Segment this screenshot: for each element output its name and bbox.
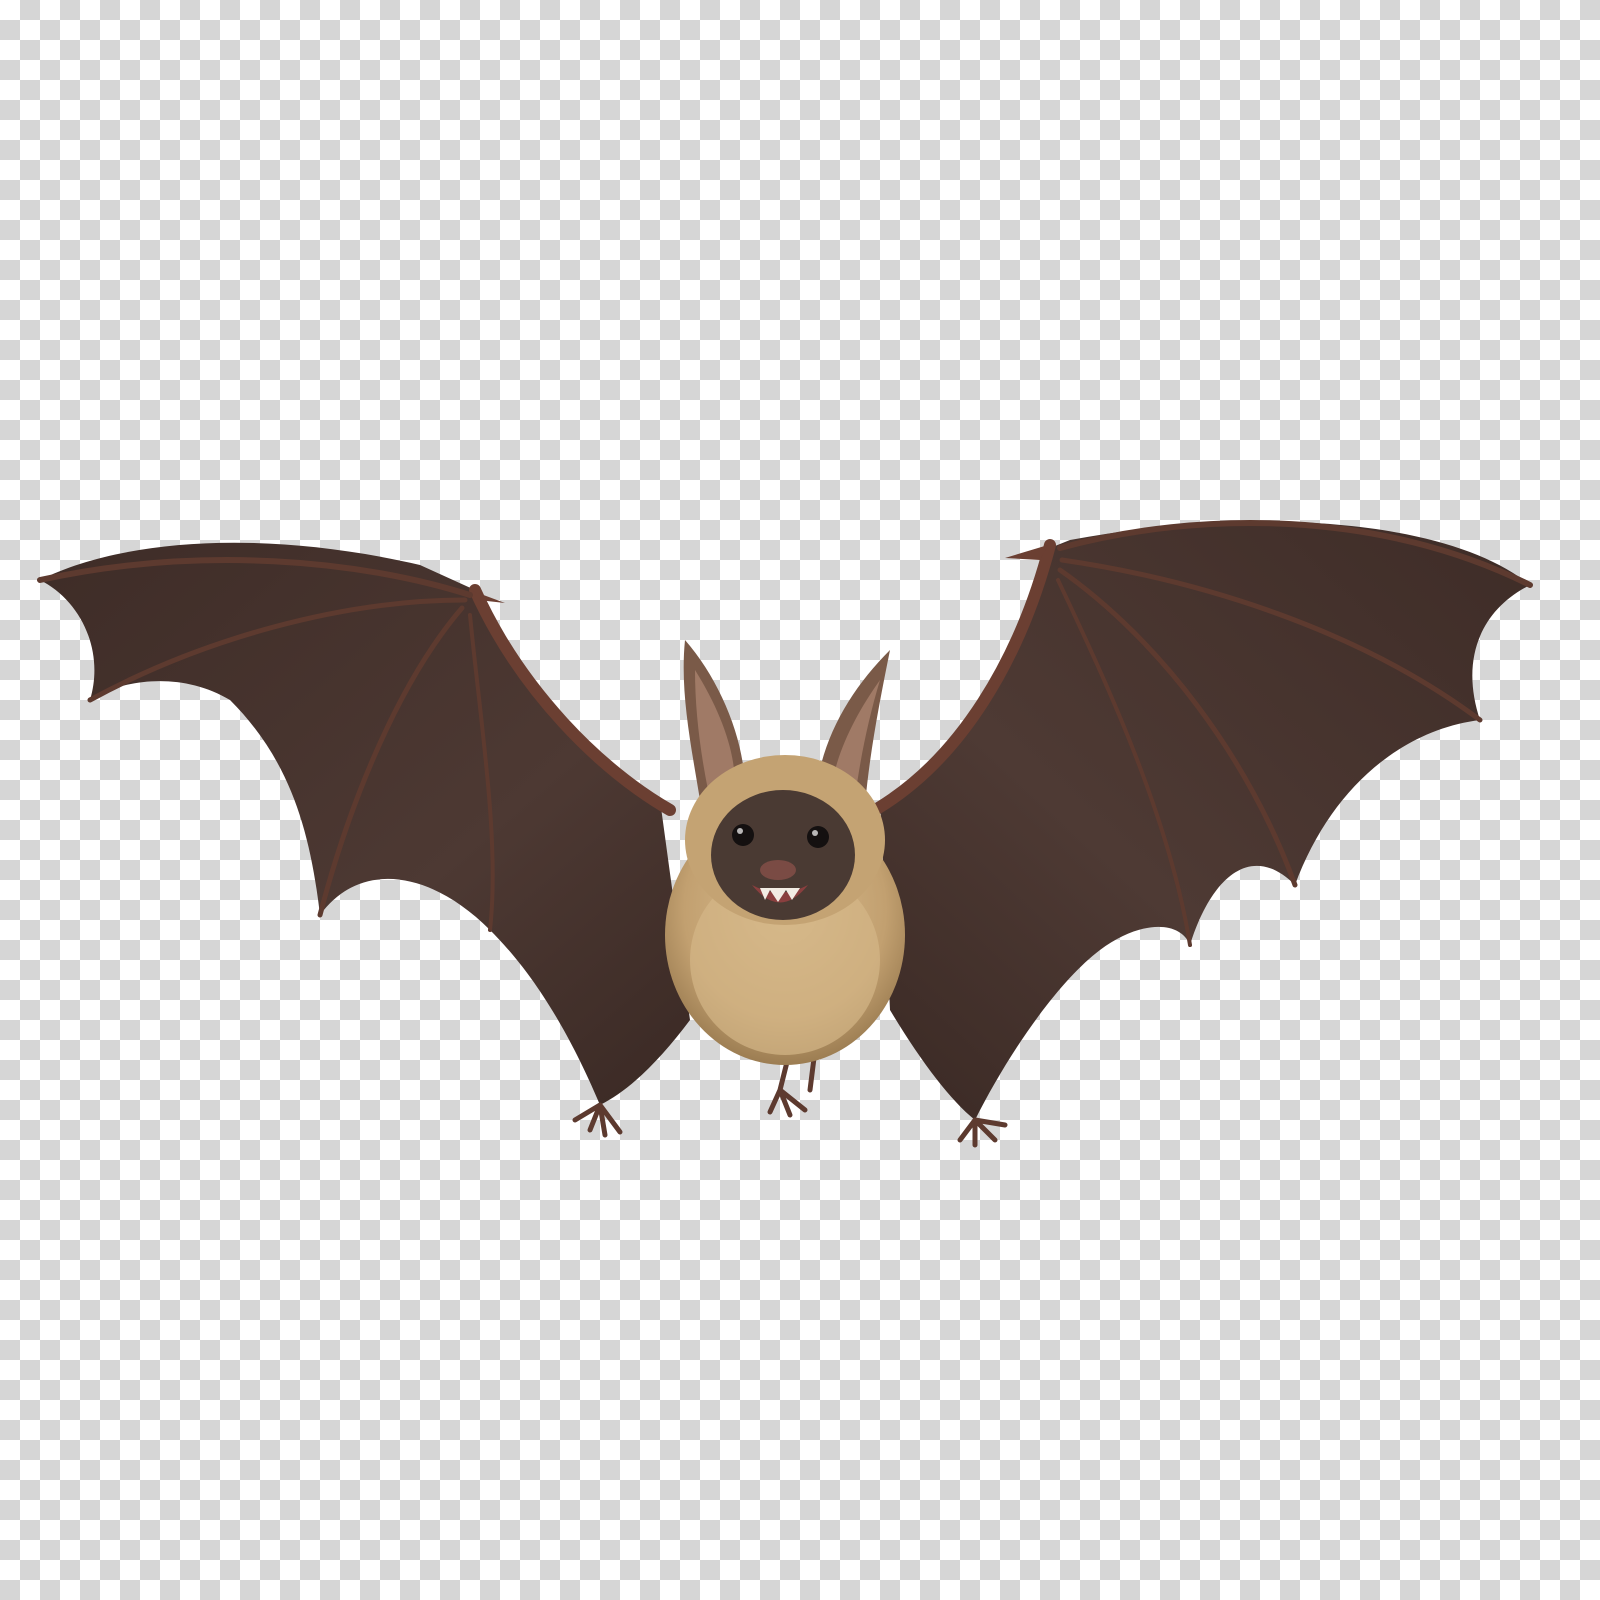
- bat-head: [685, 755, 885, 925]
- nose: [760, 860, 796, 880]
- right-foot: [957, 1117, 1008, 1148]
- right-wing-membrane: [880, 521, 1530, 1120]
- left-foot: [572, 1102, 623, 1138]
- left-wing-membrane: [40, 542, 690, 1105]
- left-eye: [732, 824, 754, 846]
- right-wing: [869, 520, 1533, 1120]
- right-eye-highlight: [812, 830, 818, 836]
- left-eye-highlight: [737, 828, 743, 834]
- bat-illustration: [37, 520, 1533, 1148]
- left-wing: [37, 542, 690, 1105]
- right-eye: [807, 826, 829, 848]
- checkerboard-background: [0, 0, 1600, 1600]
